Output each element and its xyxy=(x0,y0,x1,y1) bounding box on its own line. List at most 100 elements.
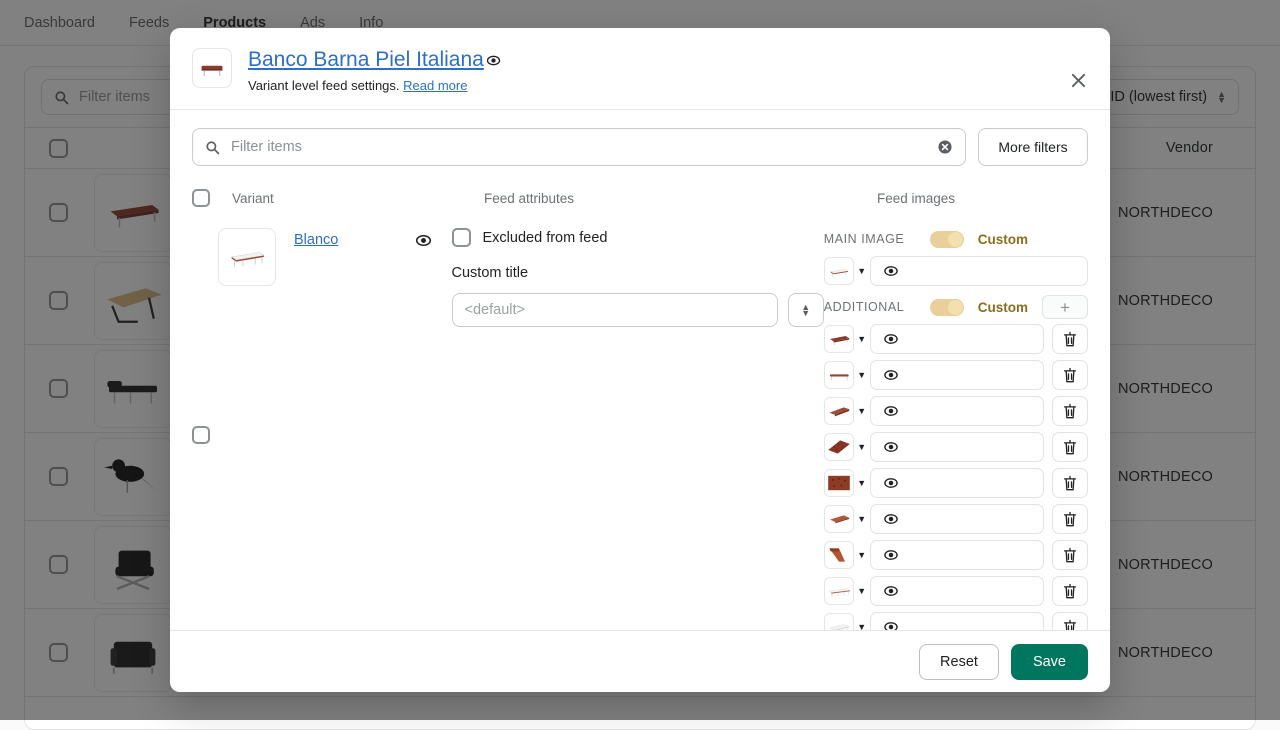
additional-image-field[interactable] xyxy=(870,432,1044,462)
variant-thumbnail xyxy=(218,228,276,286)
additional-image-row: ▼ xyxy=(824,504,1088,534)
excluded-from-feed-checkbox[interactable] xyxy=(452,228,471,247)
additional-image-thumbnail[interactable] xyxy=(824,541,854,569)
additional-image-thumbnail[interactable] xyxy=(824,361,854,389)
filter-items-placeholder: Filter items xyxy=(231,139,926,155)
clear-circle-icon[interactable] xyxy=(937,139,953,155)
delete-image-button[interactable] xyxy=(1052,504,1088,534)
chevron-down-icon[interactable]: ▼ xyxy=(854,514,870,524)
variant-name-link[interactable]: Blanco xyxy=(294,232,338,248)
main-image-field[interactable] xyxy=(870,256,1088,286)
additional-image-thumbnail[interactable] xyxy=(824,505,854,533)
close-icon[interactable] xyxy=(1064,66,1092,94)
excluded-from-feed-row[interactable]: Excluded from feed xyxy=(452,228,824,247)
delete-image-button[interactable] xyxy=(1052,360,1088,390)
main-image-custom-toggle[interactable] xyxy=(930,231,964,248)
delete-image-button[interactable] xyxy=(1052,540,1088,570)
eye-icon[interactable] xyxy=(883,367,899,383)
additional-image-row: ▼ xyxy=(824,324,1088,354)
column-header-feed-attributes: Feed attributes xyxy=(484,191,877,206)
eye-icon[interactable] xyxy=(883,511,899,527)
eye-icon[interactable] xyxy=(883,263,899,279)
chevron-down-icon[interactable]: ▼ xyxy=(854,550,870,560)
additional-image-thumbnail[interactable] xyxy=(824,325,854,353)
additional-image-field[interactable] xyxy=(870,360,1044,390)
additional-image-field[interactable] xyxy=(870,396,1044,426)
chevron-down-icon[interactable]: ▼ xyxy=(854,442,870,452)
modal-subtitle: Variant level feed settings. Read more xyxy=(248,78,501,93)
chevron-down-icon[interactable]: ▼ xyxy=(854,266,870,276)
eye-icon[interactable] xyxy=(883,619,899,630)
delete-image-button[interactable] xyxy=(1052,468,1088,498)
delete-image-button[interactable] xyxy=(1052,612,1088,630)
additional-image-row: ▼ xyxy=(824,576,1088,606)
custom-title-stepper[interactable]: ▲▼ xyxy=(788,293,824,327)
eye-icon[interactable] xyxy=(415,232,432,249)
variant-feed-settings-modal: Banco Barna Piel Italiana Variant level … xyxy=(170,28,1110,692)
excluded-from-feed-label: Excluded from feed xyxy=(483,230,608,246)
additional-images-list: ▼ ▼ ▼ ▼ ▼ ▼ ▼ ▼ ▼ xyxy=(824,324,1088,630)
eye-icon[interactable] xyxy=(883,331,899,347)
main-image-section-header: MAIN IMAGE Custom xyxy=(824,228,1088,250)
additional-image-field[interactable] xyxy=(870,540,1044,570)
stepper-updown-icon: ▲▼ xyxy=(801,304,810,316)
eye-icon[interactable] xyxy=(883,403,899,419)
modal-footer: Reset Save xyxy=(170,630,1110,692)
more-filters-button[interactable]: More filters xyxy=(978,128,1088,166)
additional-image-field[interactable] xyxy=(870,576,1044,606)
add-image-button[interactable]: + xyxy=(1042,295,1088,319)
additional-image-thumbnail[interactable] xyxy=(824,613,854,630)
delete-image-button[interactable] xyxy=(1052,576,1088,606)
read-more-link[interactable]: Read more xyxy=(403,78,467,93)
chevron-down-icon[interactable]: ▼ xyxy=(854,622,870,630)
trash-icon xyxy=(1062,331,1078,348)
additional-image-thumbnail[interactable] xyxy=(824,469,854,497)
additional-image-thumbnail[interactable] xyxy=(824,397,854,425)
variant-row-checkbox[interactable] xyxy=(192,426,210,444)
product-thumbnail xyxy=(192,48,232,88)
chevron-down-icon[interactable]: ▼ xyxy=(854,478,870,488)
chevron-down-icon[interactable]: ▼ xyxy=(854,370,870,380)
trash-icon xyxy=(1062,511,1078,528)
additional-custom-toggle[interactable] xyxy=(930,299,964,316)
eye-icon[interactable] xyxy=(883,547,899,563)
feed-attributes-column: Excluded from feed Custom title <default… xyxy=(452,228,824,630)
main-image-thumbnail[interactable] xyxy=(824,257,854,285)
main-image-row: ▼ xyxy=(824,256,1088,286)
trash-icon xyxy=(1062,475,1078,492)
delete-image-button[interactable] xyxy=(1052,396,1088,426)
eye-icon[interactable] xyxy=(883,475,899,491)
additional-image-row: ▼ xyxy=(824,468,1088,498)
delete-image-button[interactable] xyxy=(1052,432,1088,462)
additional-image-field[interactable] xyxy=(870,324,1044,354)
variant-column: Blanco xyxy=(192,228,452,630)
select-all-variants-checkbox[interactable] xyxy=(192,189,210,207)
chevron-down-icon[interactable]: ▼ xyxy=(854,586,870,596)
page-title[interactable]: Banco Barna Piel Italiana xyxy=(248,48,484,72)
column-header-feed-images: Feed images xyxy=(877,191,1088,206)
eye-icon[interactable] xyxy=(883,439,899,455)
additional-image-field[interactable] xyxy=(870,612,1044,630)
additional-image-field[interactable] xyxy=(870,504,1044,534)
eye-icon[interactable] xyxy=(883,583,899,599)
additional-image-thumbnail[interactable] xyxy=(824,577,854,605)
chevron-down-icon[interactable]: ▼ xyxy=(854,406,870,416)
chevron-down-icon[interactable]: ▼ xyxy=(854,334,870,344)
additional-image-thumbnail[interactable] xyxy=(824,433,854,461)
filter-items-input[interactable]: Filter items xyxy=(192,128,966,166)
trash-icon xyxy=(1062,367,1078,384)
variant-row: Blanco Excluded from feed Custom title xyxy=(192,214,1088,630)
eye-icon[interactable] xyxy=(486,53,501,68)
save-button[interactable]: Save xyxy=(1011,644,1088,680)
search-icon xyxy=(205,140,220,155)
additional-image-field[interactable] xyxy=(870,468,1044,498)
additional-image-row: ▼ xyxy=(824,396,1088,426)
custom-title-input[interactable]: <default> xyxy=(452,293,778,327)
modal-filter-bar: Filter items More filters xyxy=(192,110,1088,182)
reset-button[interactable]: Reset xyxy=(919,644,999,680)
additional-image-row: ▼ xyxy=(824,360,1088,390)
trash-icon xyxy=(1062,619,1078,630)
main-image-custom-label: Custom xyxy=(978,232,1028,247)
additional-custom-label: Custom xyxy=(978,300,1028,315)
delete-image-button[interactable] xyxy=(1052,324,1088,354)
